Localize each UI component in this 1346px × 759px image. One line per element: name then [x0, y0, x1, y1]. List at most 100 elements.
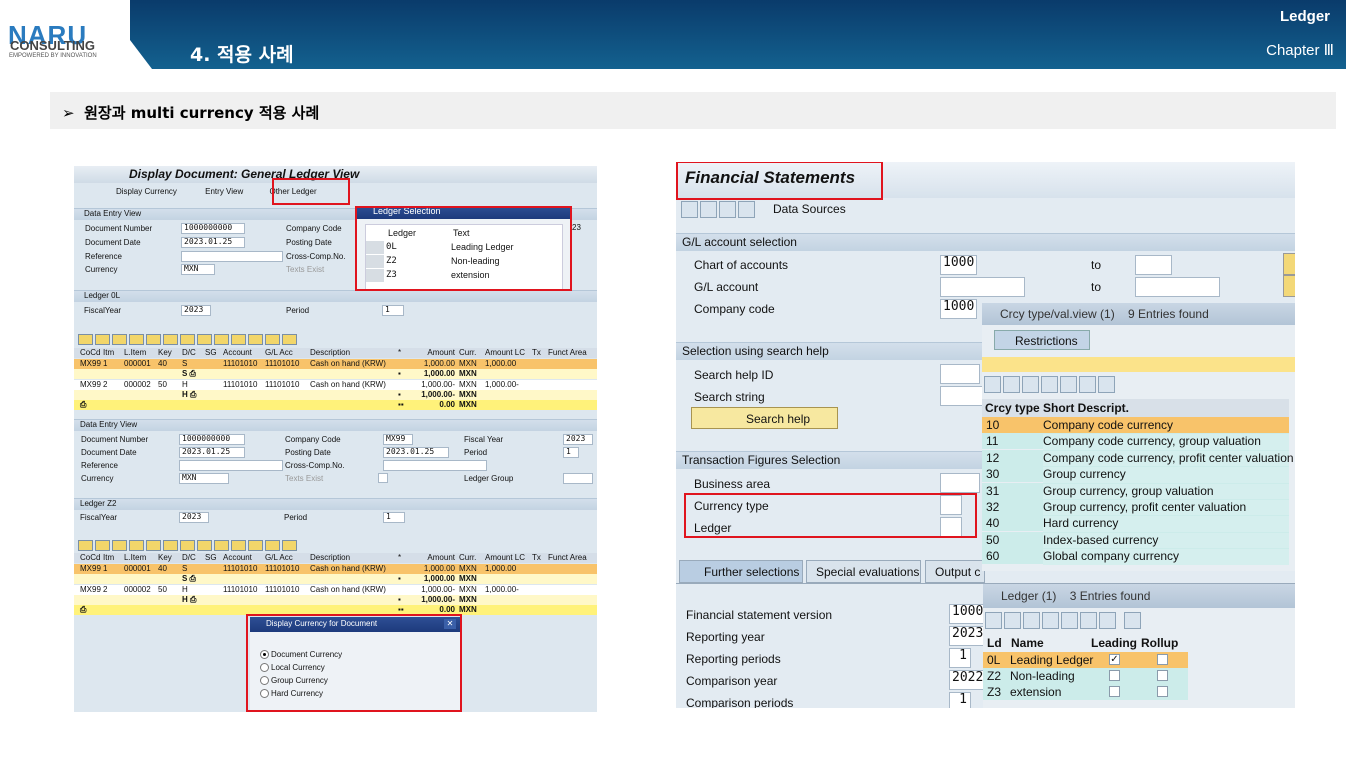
multiple-selection-button[interactable] [1283, 275, 1295, 297]
list-item[interactable]: 12 Company code currency, profit center v… [982, 449, 1294, 467]
restrictions-bar[interactable] [982, 357, 1295, 372]
table-row[interactable]: MX99 1 000001 40 S 11101010 11101010 Cash on ha… [74, 359, 597, 369]
column-header[interactable]: * [398, 553, 401, 562]
find-next-icon[interactable] [1041, 376, 1058, 393]
column-header[interactable]: CoCd [80, 348, 100, 357]
table-row[interactable]: ⎙ ▪▪ 0.00 MXN [74, 400, 597, 411]
ledger-group-field[interactable] [563, 473, 593, 484]
column-header[interactable]: * [398, 348, 401, 357]
print-icon[interactable] [1099, 612, 1116, 629]
column-header[interactable]: CoCd [80, 553, 100, 562]
field-input[interactable] [179, 460, 283, 471]
column-header[interactable]: G/L Acc [265, 348, 293, 357]
execute-icon[interactable] [681, 201, 698, 218]
list-item[interactable]: 50 Index-based currency [982, 531, 1289, 549]
field-input-to[interactable] [1135, 255, 1172, 275]
column-header[interactable]: D/C [182, 553, 196, 562]
field-input[interactable]: 1 [949, 648, 971, 668]
help-icon[interactable] [1080, 612, 1097, 629]
field-input[interactable]: 1000 [940, 299, 977, 319]
find-icon[interactable] [1023, 612, 1040, 629]
column-header[interactable]: Account [223, 348, 252, 357]
leading-checkbox[interactable] [1109, 670, 1120, 681]
rollup-checkbox[interactable] [1157, 670, 1168, 681]
column-header[interactable]: Funct Area [548, 553, 587, 562]
table-row[interactable]: MX99 1 000001 40 S 11101010 11101010 Cash on ha… [74, 564, 597, 574]
search-help-id-field[interactable] [940, 364, 980, 384]
multiple-selection-button[interactable] [1283, 253, 1295, 275]
filter-icon[interactable] [1124, 612, 1141, 629]
list-item[interactable]: 60 Global company currency [982, 548, 1289, 566]
field-input[interactable]: 1 [949, 692, 971, 708]
field-input[interactable] [940, 277, 1025, 297]
field-input[interactable]: 1000000000 [181, 223, 245, 234]
column-header[interactable]: Curr. [459, 553, 476, 562]
field-input[interactable]: 1 [563, 447, 579, 458]
favorite-icon[interactable] [1061, 612, 1078, 629]
column-header[interactable]: Amount LC [485, 348, 525, 357]
column-header[interactable]: G/L Acc [265, 553, 293, 562]
column-header[interactable]: Tx [532, 348, 541, 357]
info-icon[interactable] [738, 201, 755, 218]
field-input[interactable]: 2023.01.25 [181, 237, 245, 248]
rollup-checkbox[interactable] [1157, 654, 1168, 665]
period-field[interactable]: 1 [383, 512, 405, 523]
column-header[interactable]: Name [1011, 636, 1044, 650]
column-header[interactable]: Key [158, 348, 172, 357]
period-field[interactable]: 1 [382, 305, 404, 316]
field-input[interactable] [181, 251, 283, 262]
list-icon[interactable] [719, 201, 736, 218]
cancel-icon[interactable] [1003, 376, 1020, 393]
cancel-icon[interactable] [1004, 612, 1021, 629]
column-header[interactable]: Leading [1091, 636, 1137, 650]
favorite-icon[interactable] [1060, 376, 1077, 393]
field-input[interactable]: MXN [181, 264, 215, 275]
column-header[interactable]: L.Item [124, 553, 146, 562]
list-item[interactable]: 30 Group currency [982, 466, 1289, 484]
tab-restrictions[interactable]: Restrictions [994, 330, 1090, 350]
table-row[interactable]: MX99 2 000002 50 H 11101010 11101010 Cash on ha… [74, 379, 597, 390]
column-header[interactable]: Key [158, 553, 172, 562]
texts-exist-checkbox[interactable] [378, 473, 388, 483]
list-item[interactable]: 11 Company code currency, group valuation [982, 433, 1289, 451]
field-input[interactable]: 2023.01.25 [179, 447, 245, 458]
alv-toolbar[interactable] [78, 540, 297, 552]
field-input[interactable]: MX99 [383, 434, 413, 445]
column-header[interactable]: Itm [103, 553, 114, 562]
column-header[interactable]: Amount [427, 348, 455, 357]
table-row[interactable]: S ⎙ ▪ 1,000.00 MXN [74, 369, 597, 380]
data-sources-button[interactable]: Data Sources [773, 202, 846, 216]
tab-further-selections[interactable]: Further selections [679, 560, 803, 583]
column-header[interactable]: Account [223, 553, 252, 562]
column-header[interactable]: L.Item [124, 348, 146, 357]
column-header[interactable]: Description [310, 348, 350, 357]
copy-icon[interactable] [700, 201, 717, 218]
rollup-checkbox[interactable] [1157, 686, 1168, 697]
list-item[interactable]: 0L Leading Ledger ✓ [983, 652, 1188, 668]
column-header[interactable]: Amount LC [485, 553, 525, 562]
tab-special-evaluations[interactable]: Special evaluations [806, 560, 921, 583]
list-item[interactable]: 10 Company code currency [982, 417, 1289, 433]
column-header[interactable]: Funct Area [548, 348, 587, 357]
column-header[interactable]: Rollup [1141, 636, 1178, 650]
list-item[interactable]: Z3 extension [983, 684, 1188, 700]
leading-checkbox[interactable]: ✓ [1109, 654, 1120, 665]
field-input-to[interactable] [1135, 277, 1220, 297]
check-icon[interactable] [984, 376, 1001, 393]
find-next-icon[interactable] [1042, 612, 1059, 629]
fiscal-year-field[interactable]: 2023 [179, 512, 209, 523]
list-item[interactable]: 32 Group currency, profit center valuatio… [982, 499, 1289, 516]
field-input[interactable] [383, 460, 487, 471]
column-header[interactable]: Ld [987, 636, 1002, 650]
column-header[interactable]: Amount [427, 553, 455, 562]
column-header[interactable]: SG [205, 348, 217, 357]
alv-toolbar[interactable] [78, 334, 297, 346]
column-header[interactable]: Itm [103, 348, 114, 357]
column-header[interactable]: Description [310, 553, 350, 562]
entry-view-button[interactable]: Entry View [205, 187, 243, 196]
check-icon[interactable] [985, 612, 1002, 629]
column-header[interactable]: D/C [182, 348, 196, 357]
table-row[interactable]: H ⎙ ▪ 1,000.00- MXN [74, 594, 597, 605]
leading-checkbox[interactable] [1109, 686, 1120, 697]
display-currency-button[interactable]: Display Currency [116, 187, 177, 196]
